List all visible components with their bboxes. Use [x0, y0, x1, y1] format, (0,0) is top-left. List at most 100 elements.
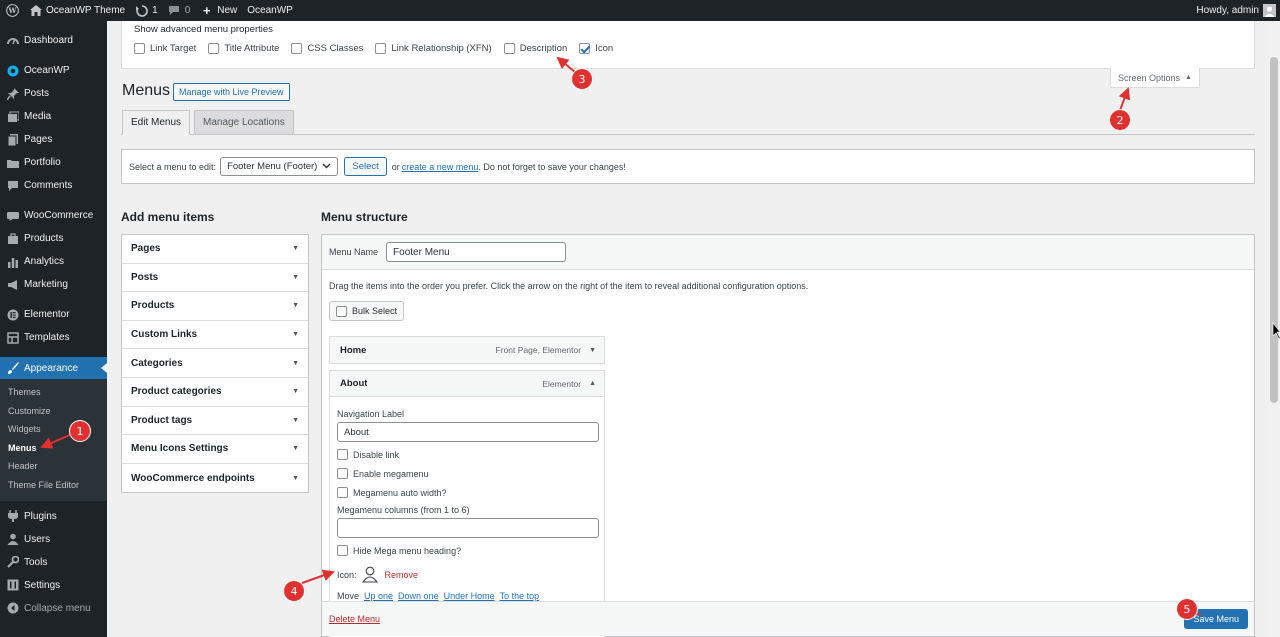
description-checkbox[interactable]: Description: [503, 43, 567, 54]
scrollbar-thumb[interactable]: [1270, 57, 1278, 403]
sidebar-item-settings[interactable]: Settings: [0, 574, 107, 597]
submenu-item-widgets[interactable]: Widgets: [0, 420, 107, 439]
move-under-home-link[interactable]: Under Home: [444, 591, 495, 601]
sidebar-item-elementor[interactable]: Elementor: [0, 303, 107, 326]
add-menu-items-heading: Add menu items: [121, 210, 215, 224]
bulk-select-toggle[interactable]: Bulk Select: [329, 301, 405, 321]
menu-name-input[interactable]: Footer Menu: [386, 242, 567, 262]
navigation-label-input[interactable]: About: [337, 422, 599, 442]
sidebar-item-tools[interactable]: Tools: [0, 551, 107, 574]
sidebar-item-analytics[interactable]: Analytics: [0, 250, 107, 273]
admin-sidebar: Dashboard OceanWP Posts Media Pages Port…: [0, 21, 107, 637]
accordion-woocommerce-endpoints[interactable]: WooCommerce endpoints ▼: [122, 464, 308, 493]
menu-item-home[interactable]: Home Front Page, Elementor ▼: [329, 336, 605, 364]
icon-checkbox[interactable]: Icon: [579, 43, 613, 54]
nav-tabs: Edit Menus Manage Locations: [122, 110, 298, 135]
checkbox-box-checked: [579, 43, 591, 54]
user-icon[interactable]: [361, 565, 379, 585]
accordion-custom-links[interactable]: Custom Links ▼: [122, 321, 308, 350]
sidebar-item-appearance[interactable]: Appearance: [0, 357, 107, 379]
icon-setting-row: Icon: Remove: [337, 565, 597, 585]
site-name-link[interactable]: OceanWP Theme: [24, 0, 130, 21]
submenu-item-themes[interactable]: Themes: [0, 383, 107, 402]
comments-link[interactable]: 0: [163, 0, 196, 21]
submenu-item-menus[interactable]: Menus: [0, 439, 107, 458]
screen-options-toggle[interactable]: Screen Options ▲: [1110, 68, 1200, 88]
tools-icon: [6, 556, 19, 569]
title-attribute-checkbox[interactable]: Title Attribute: [208, 43, 279, 54]
comment-bubble-icon: [168, 4, 181, 17]
accordion-product-categories[interactable]: Product categories ▼: [122, 378, 308, 407]
css-classes-checkbox[interactable]: CSS Classes: [291, 43, 363, 54]
megamenu-columns-input[interactable]: [337, 518, 599, 538]
accordion-posts[interactable]: Posts ▼: [122, 264, 308, 293]
tab-manage-locations[interactable]: Manage Locations: [194, 110, 294, 135]
submenu-item-customize[interactable]: Customize: [0, 402, 107, 421]
checkbox-box: [336, 305, 347, 317]
hide-mega-menu-heading-checkbox[interactable]: Hide Mega menu heading?: [337, 545, 597, 556]
link-target-checkbox[interactable]: Link Target: [134, 43, 196, 54]
sidebar-item-products[interactable]: Products: [0, 227, 107, 250]
my-account[interactable]: Howdy, admin: [1196, 0, 1276, 21]
move-to-top-link[interactable]: To the top: [500, 591, 540, 601]
accordion-menu-icons-settings[interactable]: Menu Icons Settings ▼: [122, 435, 308, 464]
sidebar-item-users[interactable]: Users: [0, 528, 107, 551]
remove-icon-link[interactable]: Remove: [385, 570, 419, 580]
dashboard-icon: [6, 34, 19, 47]
sidebar-item-plugins[interactable]: Plugins: [0, 505, 107, 528]
pin-icon: [6, 87, 19, 100]
caret-down-icon[interactable]: ▼: [589, 347, 596, 354]
sidebar-item-marketing[interactable]: Marketing: [0, 273, 107, 296]
accordion-categories[interactable]: Categories ▼: [122, 349, 308, 378]
menu-item-handle[interactable]: About Elementor ▲: [330, 371, 604, 397]
megamenu-auto-width-checkbox[interactable]: Megamenu auto width?: [337, 487, 597, 498]
accordion-product-tags[interactable]: Product tags ▼: [122, 407, 308, 436]
portfolio-icon: [6, 156, 19, 169]
sidebar-item-portfolio[interactable]: Portfolio: [0, 151, 107, 174]
wordpress-logo-icon[interactable]: W: [0, 0, 24, 21]
move-up-one-link[interactable]: Up one: [364, 591, 393, 601]
caret-down-icon: ▼: [292, 359, 299, 367]
manage-live-preview-button[interactable]: Manage with Live Preview: [173, 83, 290, 101]
caret-up-icon[interactable]: ▲: [589, 380, 596, 387]
collapse-menu-button[interactable]: Collapse menu: [0, 597, 107, 620]
create-new-menu-link[interactable]: create a new menu: [402, 162, 479, 172]
caret-down-icon: ▼: [292, 245, 299, 253]
disable-link-checkbox[interactable]: Disable link: [337, 449, 597, 460]
enable-megamenu-checkbox[interactable]: Enable megamenu: [337, 468, 597, 479]
oceanwp-icon: [6, 64, 19, 77]
link-relationship-checkbox[interactable]: Link Relationship (XFN): [375, 43, 492, 54]
accordion-pages[interactable]: Pages ▼: [122, 235, 308, 264]
submenu-item-header[interactable]: Header: [0, 457, 107, 476]
move-down-one-link[interactable]: Down one: [398, 591, 439, 601]
tab-edit-menus[interactable]: Edit Menus: [122, 110, 191, 135]
sidebar-item-dashboard[interactable]: Dashboard: [0, 29, 107, 52]
sidebar-item-templates[interactable]: Templates: [0, 326, 107, 349]
submenu-item-theme-file-editor[interactable]: Theme File Editor: [0, 476, 107, 495]
menu-select-dropdown[interactable]: Footer Menu (Footer): [220, 157, 339, 176]
updates-link[interactable]: 1: [130, 0, 163, 21]
select-menu-label: Select a menu to edit:: [129, 161, 217, 172]
select-button[interactable]: Select: [344, 157, 387, 176]
delete-menu-link[interactable]: Delete Menu: [329, 614, 380, 624]
checkbox-box: [134, 43, 145, 54]
sidebar-item-woocommerce[interactable]: WooCommerce: [0, 204, 107, 227]
menu-name-row: Menu Name Footer Menu: [322, 235, 1254, 270]
caret-down-icon: ▼: [292, 273, 299, 281]
drag-instructions: Drag the items into the order you prefer…: [329, 281, 809, 291]
annotation-badge-2: 2: [1110, 110, 1130, 130]
sidebar-item-pages[interactable]: Pages: [0, 128, 107, 151]
menu-select-bar: Select a menu to edit: Footer Menu (Foot…: [121, 149, 1255, 184]
users-icon: [6, 533, 19, 546]
sidebar-item-comments[interactable]: Comments: [0, 174, 107, 197]
sidebar-item-oceanwp[interactable]: OceanWP: [0, 59, 107, 82]
pages-icon: [6, 133, 19, 146]
new-content-link[interactable]: + New: [195, 0, 242, 21]
admin-bar: W OceanWP Theme 1 0 + New OceanWP Howdy,…: [0, 0, 1280, 21]
oceanwp-adminbar-link[interactable]: OceanWP: [242, 0, 298, 21]
accordion-products[interactable]: Products ▼: [122, 292, 308, 321]
sidebar-item-media[interactable]: Media: [0, 105, 107, 128]
checkbox-box: [503, 43, 515, 54]
sidebar-item-posts[interactable]: Posts: [0, 82, 107, 105]
menu-item-handle[interactable]: Home Front Page, Elementor ▼: [330, 337, 604, 363]
